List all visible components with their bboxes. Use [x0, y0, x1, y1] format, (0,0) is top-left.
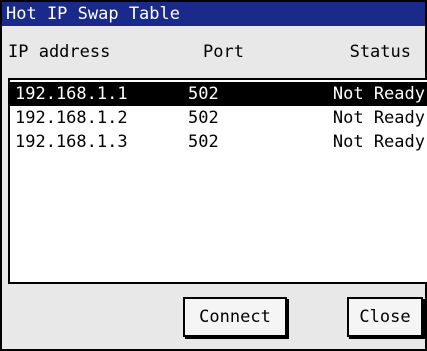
hot-ip-swap-dialog: Hot IP Swap Table IP address Port Status… [0, 0, 427, 351]
row-ip: 192.168.1.2 [15, 108, 128, 128]
ip-list[interactable]: 192.168.1.1 502 Not Ready 192.168.1.2 50… [8, 78, 427, 284]
connect-button[interactable]: Connect [183, 297, 287, 337]
column-header-port: Port [203, 42, 244, 62]
row-port: 502 [188, 132, 219, 152]
table-row[interactable]: 192.168.1.1 502 Not Ready [10, 82, 427, 106]
row-ip: 192.168.1.3 [15, 132, 128, 152]
row-ip: 192.168.1.1 [15, 84, 128, 104]
column-header-ip: IP address [8, 42, 111, 62]
swap-table: IP address Port Status 192.168.1.1 502 N… [2, 28, 427, 284]
row-port: 502 [188, 84, 219, 104]
dialog-title: Hot IP Swap Table [2, 2, 425, 26]
close-button[interactable]: Close [347, 297, 423, 337]
table-row[interactable]: 192.168.1.2 502 Not Ready [10, 106, 427, 130]
row-port: 502 [188, 108, 219, 128]
row-status: Not Ready [332, 132, 425, 152]
row-status: Not Ready [332, 108, 425, 128]
column-header-status: Status [349, 42, 411, 62]
row-status: Not Ready [332, 84, 425, 104]
table-header: IP address Port Status [2, 28, 427, 77]
table-row[interactable]: 192.168.1.3 502 Not Ready [10, 130, 427, 154]
